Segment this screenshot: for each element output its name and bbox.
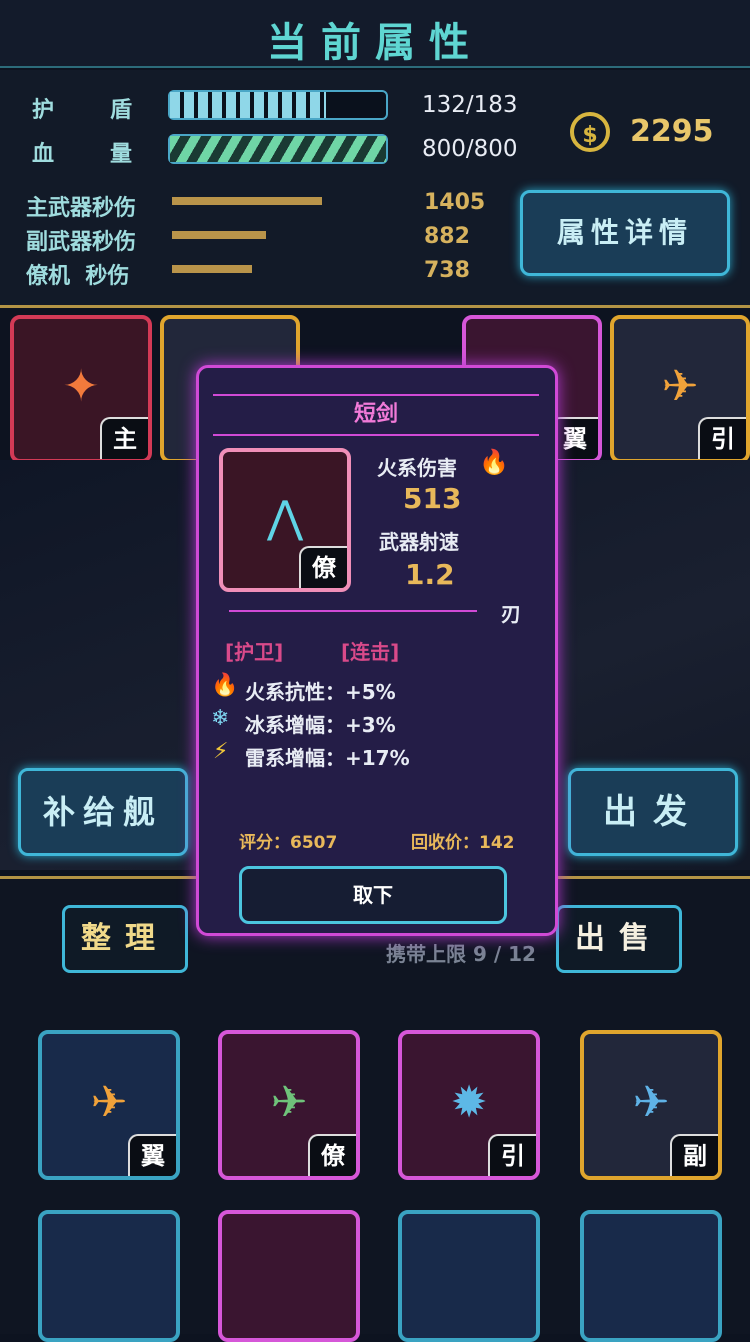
main-weapon-bar	[172, 197, 322, 205]
snowflake-icon: ❄	[211, 706, 230, 731]
fire-icon: 🔥	[479, 448, 509, 476]
page-title: 当前属性	[267, 20, 483, 66]
inventory-slot[interactable]: ✈ 僚	[218, 1030, 360, 1180]
inventory-slot[interactable]	[398, 1210, 540, 1342]
trait-guard: [护卫]	[225, 640, 284, 664]
attribute-ice-boost: 冰系增幅：+3%	[245, 713, 396, 737]
hp-bar-fill	[170, 136, 386, 162]
inventory-slot[interactable]: ✹ 引	[398, 1030, 540, 1180]
ship-icon: ✹	[450, 1076, 488, 1128]
fire-damage-label: 火系伤害	[377, 456, 457, 480]
hp-label-b: 量	[110, 142, 133, 167]
shield-label-a: 护	[32, 98, 55, 123]
equip-slot-engine[interactable]: ✈ 引	[610, 315, 750, 463]
item-type-label: 刃	[501, 602, 521, 626]
fire-rate-value: 1.2	[405, 558, 455, 591]
supply-ship-button[interactable]: 补给舰	[18, 768, 188, 856]
item-name: 短剑	[353, 402, 398, 427]
slot-tag: 主	[100, 417, 148, 459]
inventory-slot[interactable]: ✈ 副	[580, 1030, 722, 1180]
fire-damage-value: 513	[403, 482, 462, 515]
hp-value: 800/800	[422, 136, 518, 162]
item-preview: ⋀ 僚	[219, 448, 351, 592]
sub-weapon-value: 882	[424, 224, 470, 249]
slot-tag: 副	[670, 1134, 718, 1176]
wingman-value: 738	[424, 258, 470, 283]
inventory-slot[interactable]: ✈ 翼	[38, 1030, 180, 1180]
main-weapon-label: 主武器秒伤	[26, 196, 137, 221]
depart-button[interactable]: 出发	[568, 768, 738, 856]
popup-title-bar: 短剑	[213, 394, 539, 436]
hp-bar	[168, 134, 388, 164]
ship-icon: ✈	[90, 1076, 128, 1128]
header-divider	[0, 66, 750, 68]
item-tag: 僚	[299, 546, 347, 588]
attribute-details-button[interactable]: 属性详情	[520, 190, 730, 276]
ship-icon: ⋀	[266, 491, 304, 543]
ship-icon: ✈	[270, 1076, 308, 1128]
shield-bar-fill	[170, 92, 326, 118]
slot-tag: 引	[698, 417, 746, 459]
hp-label-a: 血	[32, 142, 55, 167]
capacity-text: 携带上限 9 / 12	[386, 942, 536, 966]
stats-divider	[0, 305, 750, 308]
wingman-bar	[172, 265, 252, 273]
lightning-icon: ⚡	[213, 739, 229, 764]
trait-combo: [连击]	[341, 640, 400, 664]
item-recycle-price: 回收价：142	[411, 833, 515, 853]
shield-bar	[168, 90, 388, 120]
divider	[229, 610, 477, 612]
inventory-slot[interactable]	[218, 1210, 360, 1342]
organize-button[interactable]: 整理	[62, 905, 188, 973]
ship-icon: ✈	[661, 360, 699, 412]
item-detail-popup: 短剑 ⋀ 僚 火系伤害 🔥 513 武器射速 1.2 刃 [护卫] [连击] 🔥…	[196, 365, 558, 936]
shield-label-b: 盾	[110, 98, 133, 123]
slot-tag: 翼	[128, 1134, 176, 1176]
inventory-slot[interactable]	[580, 1210, 722, 1342]
slot-tag: 引	[488, 1134, 536, 1176]
shield-value: 132/183	[422, 92, 518, 118]
coin-count: 2295	[630, 114, 714, 149]
item-score: 评分：6507	[239, 833, 338, 853]
ship-icon: ✈	[632, 1076, 670, 1128]
ship-icon: ✦	[62, 360, 100, 412]
slot-tag: 僚	[308, 1134, 356, 1176]
fire-icon: 🔥	[211, 673, 239, 698]
fire-rate-label: 武器射速	[379, 530, 459, 554]
attribute-fire-resist: 火系抗性：+5%	[245, 680, 396, 704]
inventory-slot[interactable]	[38, 1210, 180, 1342]
main-weapon-value: 1405	[424, 190, 486, 215]
equip-slot-main[interactable]: ✦ 主	[10, 315, 152, 463]
wingman-label: 僚机 秒伤	[26, 264, 130, 289]
remove-button[interactable]: 取下	[239, 866, 507, 924]
sub-weapon-label: 副武器秒伤	[26, 230, 137, 255]
sub-weapon-bar	[172, 231, 266, 239]
sell-button[interactable]: 出售	[556, 905, 682, 973]
attribute-thunder-boost: 雷系增幅：+17%	[245, 746, 410, 770]
coin-icon: $	[570, 112, 610, 152]
